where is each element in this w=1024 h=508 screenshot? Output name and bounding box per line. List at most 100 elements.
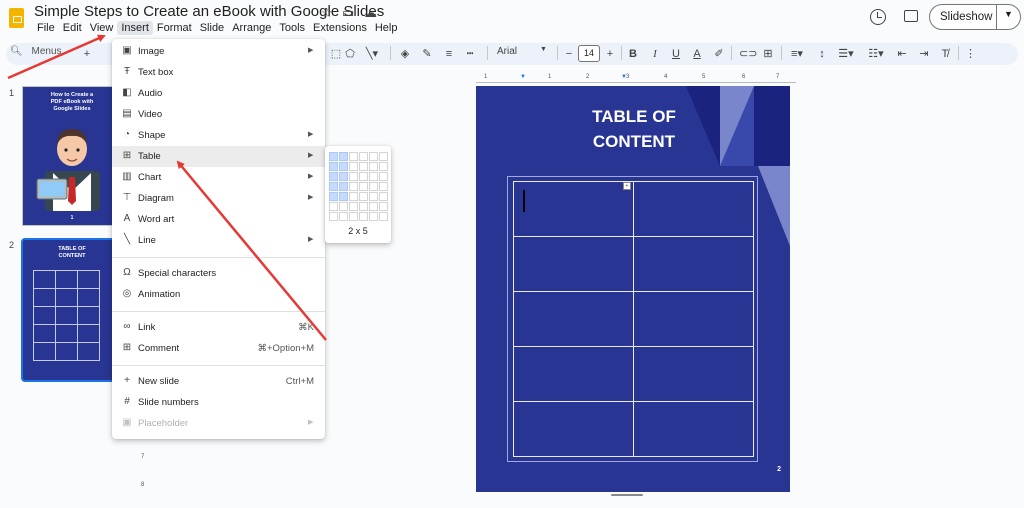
menu-item-table[interactable]: ⊞ Table ▶ xyxy=(112,146,325,167)
table-cell[interactable] xyxy=(513,236,634,292)
font-select[interactable]: Arial ▼ xyxy=(497,46,551,62)
table-grid-cell[interactable] xyxy=(329,162,338,171)
slideshow-button[interactable]: Slideshow ▼ xyxy=(929,4,1021,30)
menu-item-audio[interactable]: ◧ Audio xyxy=(112,83,325,104)
table-grid-cell[interactable] xyxy=(339,182,348,191)
menu-item-comment[interactable]: ⊞ Comment ⌘+Option+M xyxy=(112,338,325,359)
table-grid-cell[interactable] xyxy=(369,172,378,181)
table-grid-cell[interactable] xyxy=(349,172,358,181)
table-grid-cell[interactable] xyxy=(339,152,348,161)
horizontal-ruler[interactable]: 1 ▼ 1 2 ▼ 3 4 5 6 7 xyxy=(476,74,796,84)
table-grid-cell[interactable] xyxy=(369,182,378,191)
decrease-font-icon[interactable]: − xyxy=(563,46,575,62)
bold-icon[interactable]: B xyxy=(627,46,639,62)
menu-arrange[interactable]: Arrange xyxy=(228,21,275,35)
table-grid-cell[interactable] xyxy=(369,202,378,211)
table-grid-cell[interactable] xyxy=(339,172,348,181)
menu-format[interactable]: Format xyxy=(153,21,196,35)
table-cell[interactable] xyxy=(633,236,754,292)
menu-item-text-box[interactable]: Ŧ Text box xyxy=(112,62,325,83)
table-grid-cell[interactable] xyxy=(349,192,358,201)
table-grid-cell[interactable] xyxy=(329,172,338,181)
slide-thumbnail-2[interactable]: TABLE OF CONTENT xyxy=(21,238,123,382)
menu-file[interactable]: File xyxy=(33,21,59,35)
menu-item-image[interactable]: ▣ Image ▶ xyxy=(112,41,325,62)
table-grid-cell[interactable] xyxy=(329,182,338,191)
star-icon[interactable]: ☆ xyxy=(321,5,333,21)
menu-item-shape[interactable]: ◔ Shape ▶ xyxy=(112,125,325,146)
add-column-handle-icon[interactable]: + xyxy=(623,182,631,190)
italic-icon[interactable]: I xyxy=(649,46,661,62)
numbered-list-icon[interactable]: ☷▾ xyxy=(866,46,886,62)
menu-help[interactable]: Help xyxy=(371,21,402,35)
table-cell[interactable] xyxy=(513,291,634,347)
table-grid-cell[interactable] xyxy=(339,202,348,211)
table-grid-cell[interactable] xyxy=(369,152,378,161)
table-grid-cell[interactable] xyxy=(359,192,368,201)
more-options-icon[interactable]: ⋮ xyxy=(965,46,976,62)
table-grid-cell[interactable] xyxy=(349,212,358,221)
slide-thumbnail-1[interactable]: How to Create a PDF eBook with Google Sl… xyxy=(22,86,122,226)
indent-marker-icon[interactable]: ▼ xyxy=(520,74,526,80)
table-cell[interactable] xyxy=(633,346,754,402)
slides-logo-icon[interactable] xyxy=(9,8,24,28)
table-grid-cell[interactable] xyxy=(359,172,368,181)
table-grid-cell[interactable] xyxy=(359,212,368,221)
table-grid-cell[interactable] xyxy=(329,202,338,211)
search-menus[interactable]: 🔍︎ Menus xyxy=(10,46,80,62)
add-comment-icon[interactable]: ⊞ xyxy=(762,46,774,62)
shape-tool-icon[interactable]: ⬠ xyxy=(344,46,356,62)
table-grid-cell[interactable] xyxy=(369,212,378,221)
menu-item-chart[interactable]: ▥ Chart ▶ xyxy=(112,167,325,188)
menu-item-line[interactable]: ╲ Line ▶ xyxy=(112,230,325,251)
highlight-icon[interactable]: ✐ xyxy=(713,46,725,62)
table-grid-cell[interactable] xyxy=(379,212,388,221)
menu-item-animation[interactable]: ◎ Animation xyxy=(112,284,325,305)
select-icon[interactable]: ⬚ xyxy=(330,46,342,62)
table-grid-cell[interactable] xyxy=(379,202,388,211)
vertical-ruler[interactable]: 6 7 8 xyxy=(141,430,149,500)
table-grid-cell[interactable] xyxy=(379,152,388,161)
version-history-icon[interactable] xyxy=(870,9,886,25)
table-grid-cell[interactable] xyxy=(349,162,358,171)
menu-extensions[interactable]: Extensions xyxy=(309,21,371,35)
table-grid-cell[interactable] xyxy=(379,192,388,201)
table-grid-cell[interactable] xyxy=(339,192,348,201)
border-dash-icon[interactable]: ┅ xyxy=(464,46,476,62)
fill-color-icon[interactable]: ◈ xyxy=(399,46,411,62)
table-cell[interactable] xyxy=(633,291,754,347)
line-spacing-icon[interactable]: ↕ xyxy=(816,46,828,62)
table-grid-cell[interactable] xyxy=(379,172,388,181)
move-folder-icon[interactable]: ▭ xyxy=(342,5,354,21)
table-grid-cell[interactable] xyxy=(349,152,358,161)
table-size-picker[interactable]: 2 x 5 xyxy=(325,146,391,243)
menu-item-special-characters[interactable]: Ω Special characters xyxy=(112,263,325,284)
cloud-saved-icon[interactable]: ☁ xyxy=(364,5,377,21)
menu-insert[interactable]: Insert xyxy=(117,21,153,35)
table-grid-cell[interactable] xyxy=(369,192,378,201)
table-grid-cell[interactable] xyxy=(359,152,368,161)
table-grid-cell[interactable] xyxy=(379,162,388,171)
increase-font-icon[interactable]: + xyxy=(604,46,616,62)
speaker-notes-drag-handle[interactable] xyxy=(611,494,643,496)
slide-table[interactable] xyxy=(513,181,754,457)
decrease-indent-icon[interactable]: ⇤ xyxy=(896,46,908,62)
insert-link-icon[interactable]: ⊂⊃ xyxy=(739,46,757,62)
clear-formatting-icon[interactable]: T̸ xyxy=(939,46,951,62)
table-cell[interactable] xyxy=(633,181,754,237)
new-slide-icon[interactable]: + xyxy=(82,46,92,62)
table-grid-cell[interactable] xyxy=(339,212,348,221)
menu-item-word-art[interactable]: A Word art xyxy=(112,209,325,230)
table-grid-cell[interactable] xyxy=(329,152,338,161)
menu-item-new-slide[interactable]: + New slide Ctrl+M xyxy=(112,371,325,392)
comments-icon[interactable] xyxy=(904,10,918,22)
menu-item-diagram[interactable]: ⊤ Diagram ▶ xyxy=(112,188,325,209)
table-grid-cell[interactable] xyxy=(359,202,368,211)
underline-icon[interactable]: U xyxy=(670,46,682,62)
table-cell[interactable] xyxy=(513,401,634,457)
table-grid-cell[interactable] xyxy=(369,162,378,171)
line-tool-icon[interactable]: ╲▾ xyxy=(364,46,380,62)
increase-indent-icon[interactable]: ⇥ xyxy=(918,46,930,62)
table-grid-cell[interactable] xyxy=(349,202,358,211)
menu-item-slide-numbers[interactable]: # Slide numbers xyxy=(112,392,325,413)
